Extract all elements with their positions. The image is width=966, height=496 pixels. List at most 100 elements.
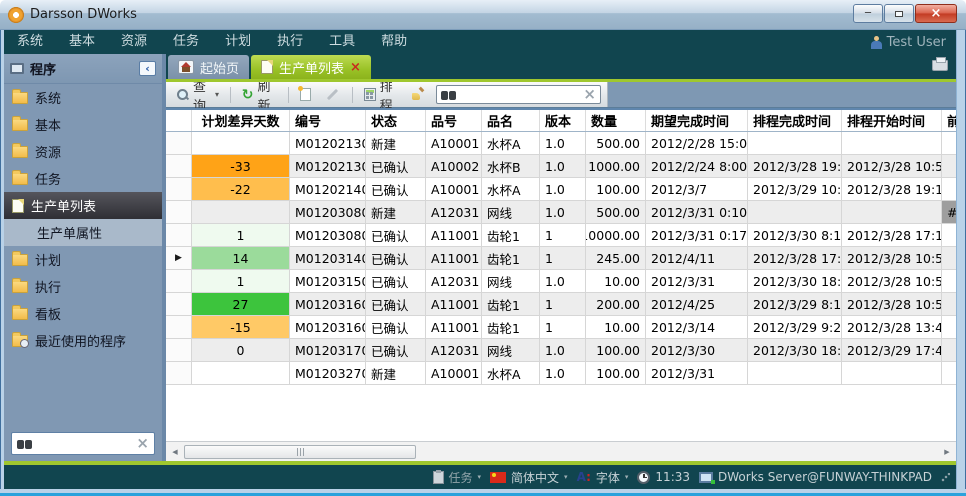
scroll-left-icon[interactable]: ◀ bbox=[168, 448, 182, 456]
cell-extra[interactable] bbox=[942, 132, 956, 155]
scrollbar-thumb[interactable] bbox=[184, 445, 416, 459]
cell-extra[interactable] bbox=[942, 270, 956, 293]
cell-diff[interactable]: 14 bbox=[192, 247, 290, 270]
cell-num[interactable]: M012030801 bbox=[290, 201, 366, 224]
cell-due[interactable]: 2012/3/31 bbox=[646, 362, 748, 385]
table-row[interactable]: M012032701新建A10001水杯A1.0100.002012/3/31 bbox=[166, 362, 956, 385]
menu-item-7[interactable]: 工具 bbox=[316, 30, 368, 54]
table-row[interactable]: M012021301新建A10001水杯A1.0500.002012/2/28 … bbox=[166, 132, 956, 155]
sidebar-item[interactable]: 最近使用的程序 bbox=[4, 327, 162, 354]
cell-sch_end[interactable]: 2012/3/29 9:20 bbox=[748, 316, 842, 339]
cell-sch_start[interactable] bbox=[842, 362, 942, 385]
cell-version[interactable]: 1.0 bbox=[540, 155, 586, 178]
cell-sch_end[interactable] bbox=[748, 362, 842, 385]
menu-item-1[interactable]: 系统 bbox=[4, 30, 56, 54]
cell-extra[interactable] bbox=[942, 339, 956, 362]
cell-sch_start[interactable]: 2012/3/28 13:40 bbox=[842, 316, 942, 339]
cell-version[interactable]: 1 bbox=[540, 316, 586, 339]
cell-diff[interactable]: 1 bbox=[192, 270, 290, 293]
cell-sch_end[interactable]: 2012/3/30 18:00 bbox=[748, 270, 842, 293]
sidebar-item[interactable]: 计划 bbox=[4, 246, 162, 273]
scroll-right-icon[interactable]: ▶ bbox=[940, 448, 954, 456]
cell-sch_end[interactable]: 2012/3/30 18:00 bbox=[748, 339, 842, 362]
cell-qty[interactable]: 245.00 bbox=[586, 247, 646, 270]
cell-num[interactable]: M012032701 bbox=[290, 362, 366, 385]
column-header-item_no[interactable]: 品号 bbox=[426, 110, 482, 131]
cell-sch_end[interactable]: 2012/3/30 8:15 bbox=[748, 224, 842, 247]
cell-version[interactable]: 1.0 bbox=[540, 339, 586, 362]
cell-qty[interactable]: 200.00 bbox=[586, 293, 646, 316]
cell-item_name[interactable]: 水杯A bbox=[482, 362, 540, 385]
cell-item_name[interactable]: 网线 bbox=[482, 339, 540, 362]
cell-item_no[interactable]: A12031 bbox=[426, 201, 482, 224]
row-selector[interactable] bbox=[166, 316, 192, 339]
column-header-num[interactable]: 编号 bbox=[290, 110, 366, 131]
cell-num[interactable]: M012031402 bbox=[290, 247, 366, 270]
cell-version[interactable]: 1 bbox=[540, 247, 586, 270]
status-language-menu[interactable]: 简体中文 ▾ bbox=[490, 469, 568, 486]
column-header-status[interactable]: 状态 bbox=[366, 110, 426, 131]
cell-num[interactable]: M012021302 bbox=[290, 155, 366, 178]
cell-status[interactable]: 已确认 bbox=[366, 155, 426, 178]
cell-sch_end[interactable]: 2012/3/28 17:13 bbox=[748, 247, 842, 270]
cell-version[interactable]: 1.0 bbox=[540, 132, 586, 155]
cell-due[interactable]: 2012/3/30 bbox=[646, 339, 748, 362]
cell-num[interactable]: M012021401 bbox=[290, 178, 366, 201]
cell-qty[interactable]: 500.00 bbox=[586, 132, 646, 155]
menu-item-3[interactable]: 资源 bbox=[108, 30, 160, 54]
cell-num[interactable]: M012030802 bbox=[290, 224, 366, 247]
row-selector[interactable] bbox=[166, 224, 192, 247]
sidebar-item[interactable]: 生产单属性 bbox=[4, 219, 162, 246]
cell-version[interactable]: 1 bbox=[540, 293, 586, 316]
cell-qty[interactable]: 100.00 bbox=[586, 339, 646, 362]
sidebar-item[interactable]: 执行 bbox=[4, 273, 162, 300]
sidebar-item[interactable]: 资源 bbox=[4, 138, 162, 165]
menu-item-8[interactable]: 帮助 bbox=[368, 30, 420, 54]
cell-item_no[interactable]: A10001 bbox=[426, 132, 482, 155]
cell-version[interactable]: 1.0 bbox=[540, 201, 586, 224]
cell-diff[interactable] bbox=[192, 362, 290, 385]
cell-item_no[interactable]: A12031 bbox=[426, 339, 482, 362]
cell-item_name[interactable]: 齿轮1 bbox=[482, 247, 540, 270]
cell-item_no[interactable]: A10001 bbox=[426, 362, 482, 385]
table-row[interactable]: -33M012021302已确认A10002水杯B1.01000.002012/… bbox=[166, 155, 956, 178]
cell-sch_start[interactable]: 2012/3/28 10:52 bbox=[842, 293, 942, 316]
cell-status[interactable]: 已确认 bbox=[366, 316, 426, 339]
cell-extra[interactable] bbox=[942, 247, 956, 270]
cell-status[interactable]: 已确认 bbox=[366, 178, 426, 201]
column-header-sel[interactable] bbox=[166, 110, 192, 131]
table-row[interactable]: M012030801新建A12031网线1.0500.002012/3/31 0… bbox=[166, 201, 956, 224]
cell-sch_end[interactable] bbox=[748, 201, 842, 224]
sidebar-item[interactable]: 看板 bbox=[4, 300, 162, 327]
row-selector[interactable] bbox=[166, 293, 192, 316]
sidebar-item[interactable]: 生产单列表 bbox=[4, 192, 162, 219]
cell-due[interactable]: 2012/4/11 bbox=[646, 247, 748, 270]
cell-qty[interactable]: 10000.00 bbox=[586, 224, 646, 247]
cell-sch_start[interactable]: 2012/3/28 10:52 bbox=[842, 270, 942, 293]
cell-extra[interactable] bbox=[942, 316, 956, 339]
cell-item_name[interactable]: 网线 bbox=[482, 201, 540, 224]
resize-grip[interactable] bbox=[941, 473, 950, 482]
cell-item_name[interactable]: 水杯A bbox=[482, 132, 540, 155]
cell-item_name[interactable]: 水杯A bbox=[482, 178, 540, 201]
sidebar-search-input[interactable] bbox=[37, 437, 131, 451]
title-bar[interactable]: Darsson DWorks ─ × bbox=[0, 0, 966, 30]
cell-num[interactable]: M012031602 bbox=[290, 316, 366, 339]
horizontal-scrollbar[interactable]: ◀ ▶ bbox=[166, 441, 956, 461]
cell-status[interactable]: 新建 bbox=[366, 201, 426, 224]
cell-item_name[interactable]: 齿轮1 bbox=[482, 224, 540, 247]
cell-due[interactable]: 2012/2/24 8:00 bbox=[646, 155, 748, 178]
cell-version[interactable]: 1.0 bbox=[540, 270, 586, 293]
toolbar-search-clear-icon[interactable]: × bbox=[583, 87, 596, 102]
column-header-extra[interactable]: 前 bbox=[942, 110, 956, 131]
new-record-button[interactable] bbox=[296, 86, 315, 103]
cell-sch_start[interactable] bbox=[842, 201, 942, 224]
cell-due[interactable]: 2012/3/31 0:10 bbox=[646, 201, 748, 224]
cell-extra[interactable] bbox=[942, 224, 956, 247]
cell-status[interactable]: 已确认 bbox=[366, 224, 426, 247]
cell-diff[interactable]: -15 bbox=[192, 316, 290, 339]
menu-item-2[interactable]: 基本 bbox=[56, 30, 108, 54]
table-row[interactable]: 0M012031701已确认A12031网线1.0100.002012/3/30… bbox=[166, 339, 956, 362]
cell-item_name[interactable]: 水杯B bbox=[482, 155, 540, 178]
row-selector[interactable] bbox=[166, 155, 192, 178]
